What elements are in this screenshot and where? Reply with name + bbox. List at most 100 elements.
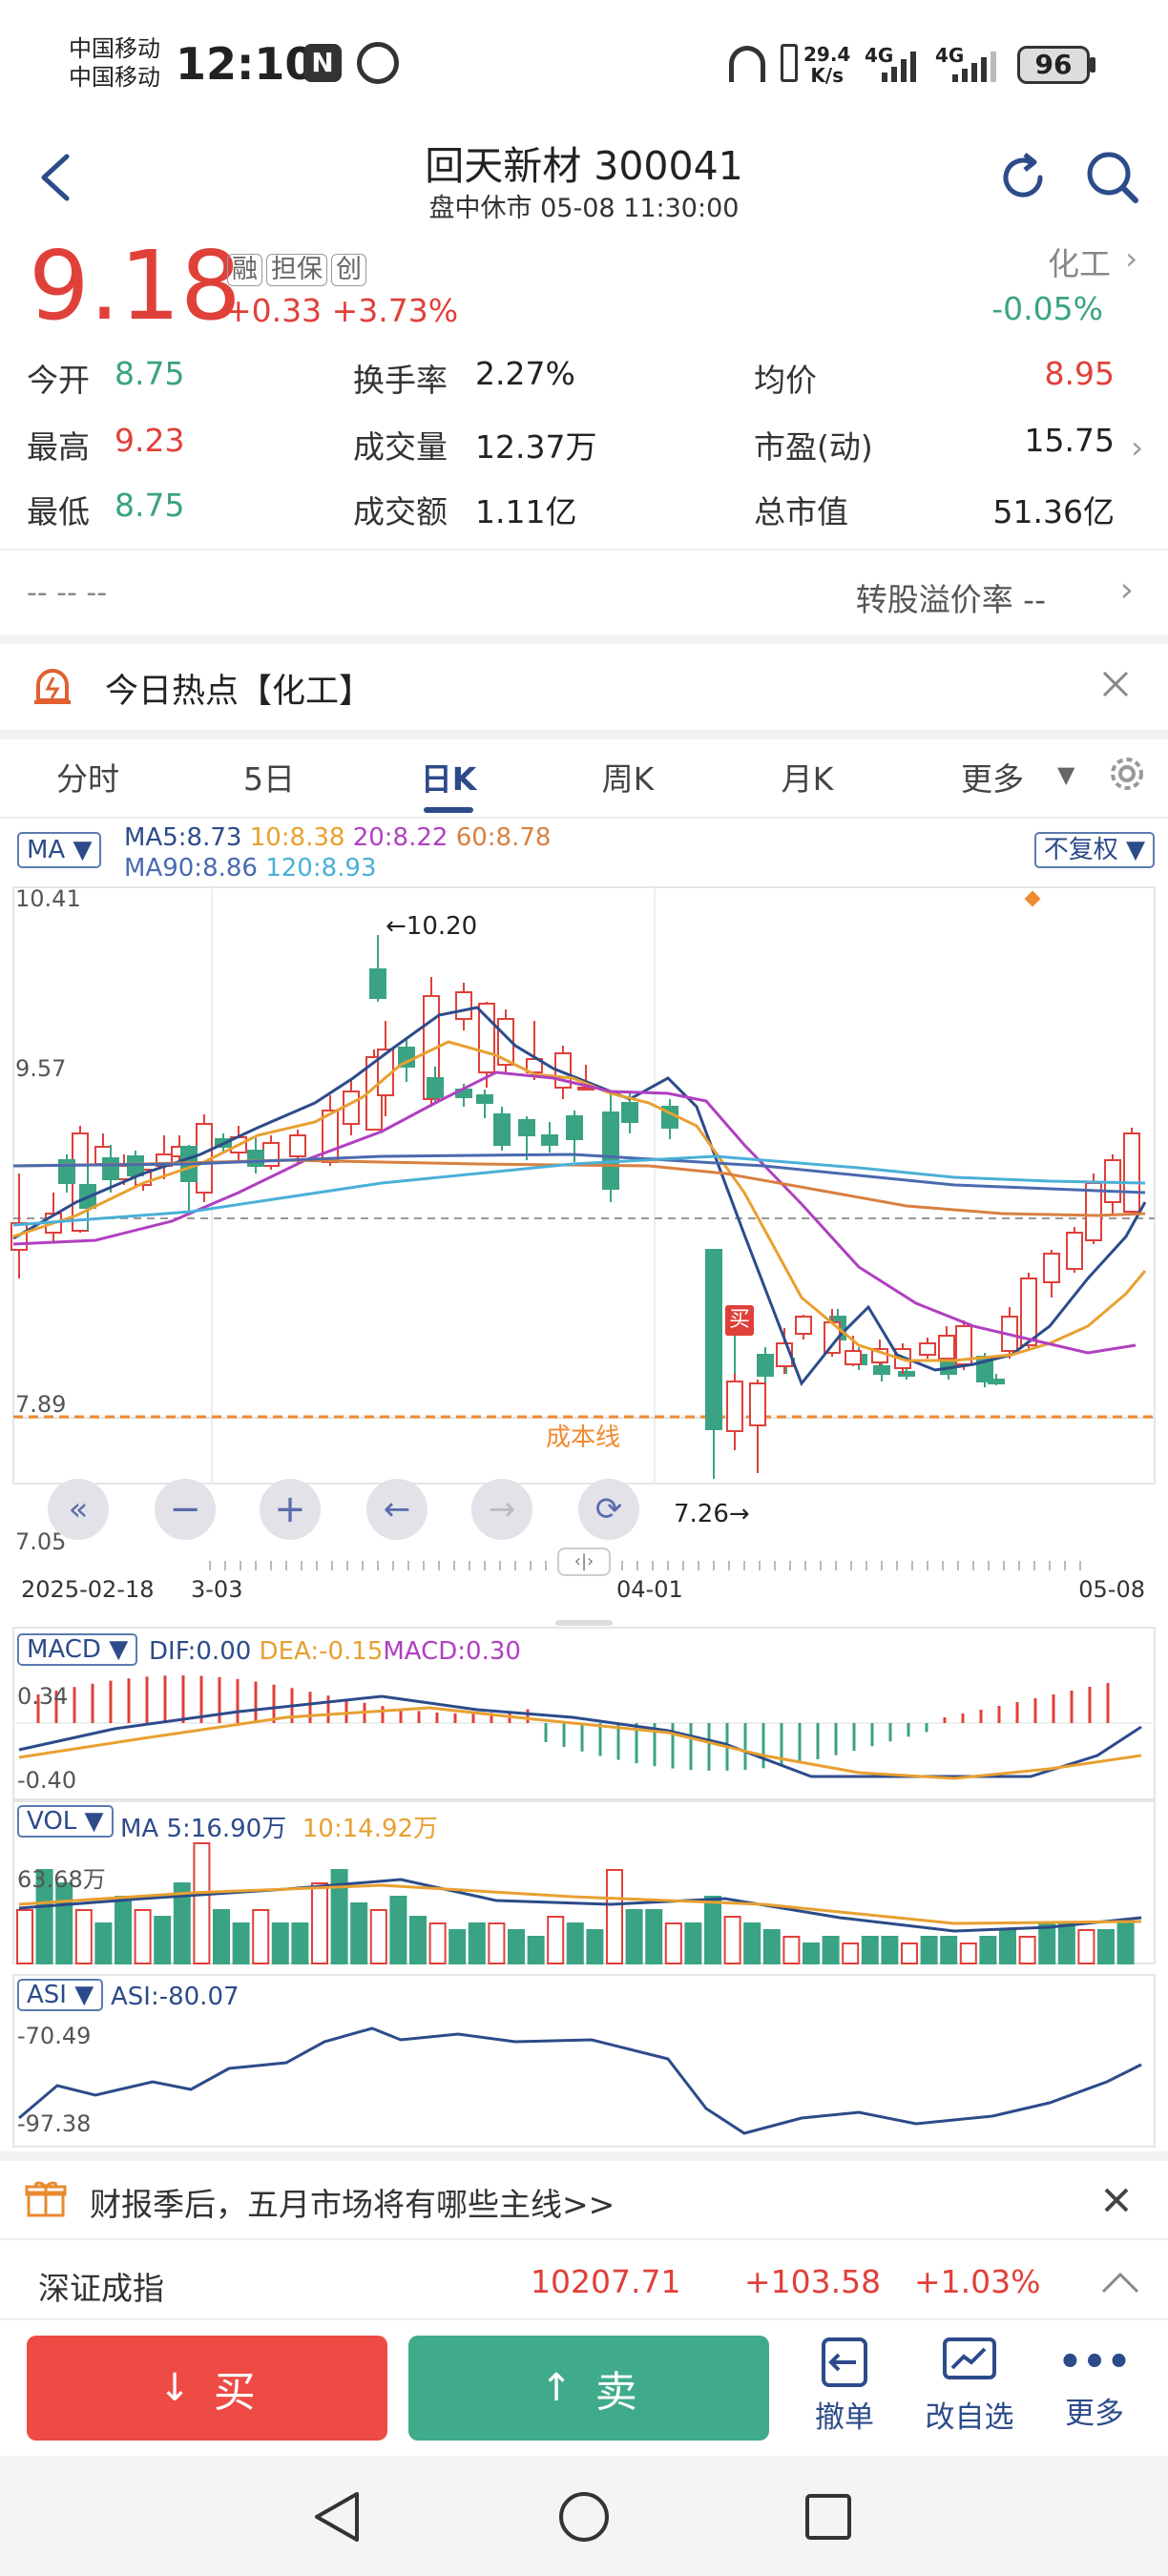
scroll-left-icon[interactable]: ← [366, 1479, 428, 1540]
volume-bar-down [527, 1936, 545, 1964]
macd-dif-line [18, 1694, 1142, 1778]
panel-resize-handle[interactable] [555, 1620, 613, 1626]
volume-bar-up [369, 1909, 387, 1964]
candle-down [369, 968, 386, 999]
volume-bar-up [547, 1916, 565, 1964]
active-tab-indicator [424, 807, 473, 813]
candle-down [518, 1119, 535, 1136]
close-icon[interactable] [1103, 2187, 1130, 2213]
cancel-order-button[interactable]: 撤单 [800, 2336, 889, 2441]
volume-bar-up [723, 1916, 741, 1964]
chevron-right-icon[interactable]: › [1131, 429, 1143, 466]
chart-drag-handle[interactable]: ‹|› [557, 1548, 611, 1576]
candle-down [541, 1134, 558, 1146]
refresh-icon[interactable] [996, 151, 1050, 204]
scroll-right-icon[interactable]: → [471, 1479, 532, 1540]
hot-topic[interactable]: 今日热点【化工】 [105, 664, 372, 713]
tag-guarantee: 担保 [266, 254, 327, 286]
candle-up [938, 1335, 955, 1360]
chevron-right-icon[interactable]: › [1125, 240, 1137, 277]
more-button[interactable]: ••• 更多 [1050, 2336, 1139, 2441]
volume-bar-down [1057, 1922, 1075, 1964]
nav-recents-icon[interactable] [803, 2492, 853, 2542]
buy-button[interactable]: ↓ 买 [27, 2336, 387, 2441]
carrier-names: 中国移动 中国移动 [69, 34, 160, 92]
vol-legend: MA 5:16.90万 10:14.92万 [120, 1809, 438, 1844]
index-name[interactable]: 深证成指 [38, 2263, 164, 2309]
volume-bar-down [625, 1909, 643, 1964]
zoom-in-icon[interactable]: + [260, 1479, 321, 1540]
edit-watchlist-label: 改自选 [925, 2400, 1014, 2435]
battery-tip [1090, 57, 1095, 73]
tag-margin: 融 [227, 254, 262, 286]
ma-selector-label: MA [27, 836, 66, 864]
clock: 12:10 [176, 38, 316, 90]
vol-selector[interactable]: VOL ▼ [17, 1805, 114, 1838]
search-icon[interactable] [1084, 149, 1141, 206]
ma60-value: 60:8.78 [455, 823, 552, 852]
ma-selector[interactable]: MA ▼ [17, 832, 102, 868]
ma5-value: MA5:8.73 [124, 823, 242, 852]
page-title: 回天新材 300041 [425, 143, 743, 189]
volume-bar-down [566, 1922, 584, 1964]
nav-home-icon[interactable] [557, 2490, 611, 2544]
gear-icon[interactable] [1105, 752, 1149, 796]
date-end: 05-08 [1078, 1576, 1145, 1603]
scroll-far-left-icon[interactable]: « [48, 1479, 109, 1540]
market-status: 盘中休市 05-08 11:30:00 [428, 194, 740, 223]
carrier-1: 中国移动 [69, 35, 160, 62]
candle-up [455, 991, 472, 1020]
volume-bar-down [389, 1896, 407, 1964]
macd-y-top: 0.34 [17, 1683, 69, 1710]
volume-bar-down [920, 1936, 938, 1964]
date-start: 2025-02-18 [21, 1576, 155, 1603]
candle-up [343, 1091, 360, 1125]
volume-bar-up [428, 1922, 447, 1964]
volume-bar-down [291, 1922, 309, 1964]
tab-daily-k[interactable]: 日K [421, 754, 477, 800]
zoom-out-icon[interactable]: − [155, 1479, 216, 1540]
chevron-up-icon[interactable] [1101, 2271, 1139, 2294]
macd-selector[interactable]: MACD ▼ [17, 1633, 138, 1666]
macd-value: MACD:0.30 [383, 1637, 521, 1666]
volume-bar-up [193, 1842, 211, 1964]
sector-name[interactable]: 化工 [1048, 239, 1111, 284]
edit-watchlist-button[interactable]: 改自选 [914, 2336, 1025, 2441]
news-headline[interactable]: 财报季后，五月市场将有哪些主线>> [90, 2179, 615, 2225]
open-label: 今开 [27, 362, 90, 399]
tab-more[interactable]: 更多 [961, 754, 1024, 800]
headphones-icon [729, 46, 765, 82]
alarm-bell-icon [34, 669, 71, 704]
cost-line-label: 成本线 [546, 1423, 621, 1452]
candle-up [795, 1316, 812, 1335]
volume-bar-down [586, 1929, 604, 1964]
vol-selector-label: VOL [27, 1807, 77, 1836]
tab-weekly-k[interactable]: 周K [602, 754, 655, 800]
volume-bar-down [115, 1896, 132, 1964]
tab-monthly-k[interactable]: 月K [782, 754, 834, 800]
more-label: 更多 [1065, 2397, 1124, 2431]
price-change: +0.33 +3.73% [225, 292, 458, 329]
volume-bar-down [448, 1929, 467, 1964]
nav-back-icon[interactable] [311, 2490, 363, 2544]
index-pct: +1.03% [914, 2263, 1041, 2300]
caret-down-icon[interactable]: ▼ [1057, 761, 1074, 788]
premium-label[interactable]: 转股溢价率 -- [856, 574, 1046, 620]
max-price-label: ←10.20 [386, 912, 478, 941]
tab-intraday[interactable]: 分时 [56, 754, 119, 800]
volume-bar-down [94, 1922, 113, 1964]
volume-bar-up [664, 1922, 682, 1964]
adjust-selector[interactable]: 不复权 ▼ [1033, 832, 1155, 868]
macd-legend: DIF:0.00 DEA:-0.15MACD:0.30 [149, 1637, 521, 1666]
tab-5day[interactable]: 5日 [243, 754, 295, 800]
rotate-icon[interactable]: ⟳ [578, 1479, 639, 1540]
asi-selector[interactable]: ASI ▼ [17, 1979, 104, 2011]
chevron-right-icon[interactable]: › [1120, 571, 1134, 610]
buy-marker: 买 [725, 1305, 754, 1336]
sell-button[interactable]: ↑ 卖 [408, 2336, 769, 2441]
trading-tags: 融担保创 [227, 254, 370, 286]
close-icon[interactable] [1101, 670, 1130, 698]
volume-bar-down [55, 1882, 73, 1964]
volume-bar-up [1077, 1929, 1095, 1964]
volume-bar-down [881, 1936, 899, 1964]
